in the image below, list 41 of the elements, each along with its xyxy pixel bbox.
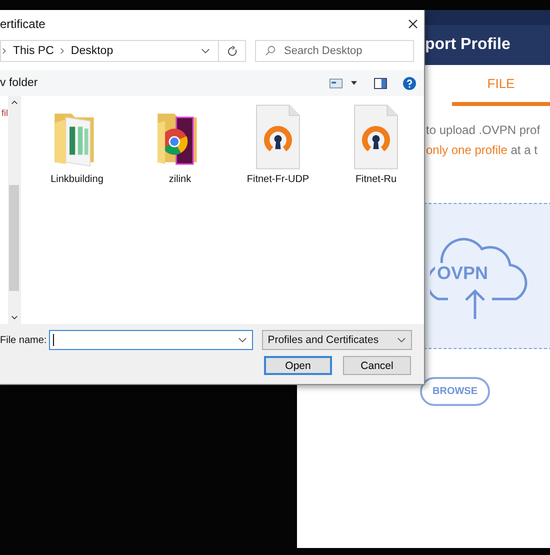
header-title: port Profile [425,36,510,54]
file-name: Fitnet-Ru [355,174,397,185]
instruction-text: at a t [510,143,538,157]
dialog-title: ertificate [0,17,46,31]
breadcrumb-item[interactable]: Desktop [70,45,114,57]
file-item[interactable]: zilink [131,104,229,185]
close-icon[interactable] [408,19,418,29]
dropdown-icon[interactable] [238,337,247,343]
scroll-down-icon[interactable] [10,315,18,320]
refresh-button[interactable] [218,40,246,62]
dropdown-icon [396,337,406,343]
chevron-right-icon [2,47,7,55]
help-icon[interactable] [403,76,416,90]
nav-item[interactable]: fil [0,108,8,118]
file-item[interactable]: Fitnet-Fr-UDP [229,104,327,185]
instruction-text: to upload .OVPN prof [425,122,542,139]
file-item[interactable]: Linkbuilding [45,104,109,185]
file-name-field[interactable] [48,330,253,350]
file-name: Linkbuilding [50,174,104,185]
address-bar[interactable]: This PC Desktop [0,40,218,62]
scrollbar[interactable] [8,96,20,324]
open-button[interactable]: Open [264,356,332,375]
search-field[interactable]: Search Desktop [255,40,414,62]
refresh-icon [226,46,238,56]
file-item[interactable]: Fitnet-Ru [327,104,425,185]
file-type-dropdown[interactable]: Profiles and Certificates [262,330,412,350]
scroll-up-icon[interactable] [10,100,18,105]
file-name: Fitnet-Fr-UDP [246,174,310,185]
search-icon [265,45,276,56]
scroll-thumb[interactable] [9,185,19,291]
dropdown-icon[interactable] [201,48,210,54]
new-folder-button[interactable]: v folder [0,77,38,89]
file-name: zilink [168,174,192,185]
caret-icon[interactable] [351,81,357,85]
view-icon[interactable] [329,78,343,88]
preview-pane-icon[interactable] [374,78,387,88]
chevron-right-icon [60,47,65,55]
breadcrumb-item[interactable]: This PC [13,45,54,57]
cancel-button[interactable]: Cancel [343,356,411,375]
file-name-label: File name: [0,334,47,346]
highlight-text: only one profile [426,143,508,157]
